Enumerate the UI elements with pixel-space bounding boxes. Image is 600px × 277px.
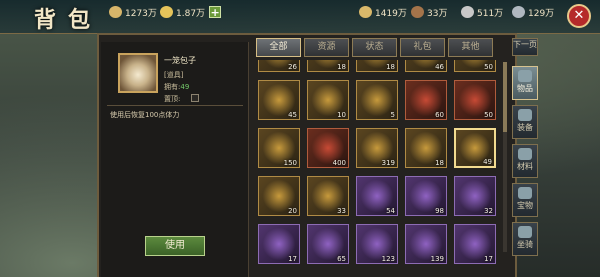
resource-wood: 33万 — [411, 5, 447, 19]
inventory-slot[interactable]: 150 — [258, 128, 300, 168]
use-button[interactable]: 使用 — [145, 236, 205, 256]
item-count: 5 — [390, 111, 395, 119]
divider — [107, 105, 243, 106]
wood-icon — [411, 6, 424, 18]
treasures-icon — [518, 187, 532, 199]
item-count: 17 — [288, 255, 297, 263]
tab-all[interactable]: 全部 — [256, 38, 301, 57]
inventory-slot[interactable]: 319 — [356, 128, 398, 168]
speed-up-icon — [360, 84, 394, 116]
item-count: 10 — [337, 111, 346, 119]
inventory-slot[interactable]: 123 — [356, 224, 398, 264]
item-count: 50 — [484, 111, 493, 119]
item-count: 150 — [283, 159, 297, 167]
inventory-slot[interactable]: 139 — [405, 224, 447, 264]
inventory-slot[interactable]: 65 — [307, 224, 349, 264]
page-title: 背包 — [34, 7, 103, 33]
inventory-slot[interactable]: 49 — [454, 128, 496, 168]
ingot-icon — [160, 6, 173, 18]
item-count: 400 — [332, 159, 346, 167]
tab-gift-packs[interactable]: 礼包 — [400, 38, 445, 57]
inventory-slot[interactable]: 32 — [454, 176, 496, 216]
close-button[interactable]: ✕ — [567, 4, 591, 28]
inventory-slot[interactable]: 60 — [405, 80, 447, 120]
item-name: 一笼包子 — [164, 56, 196, 65]
inventory-slot[interactable]: 18 — [307, 60, 349, 72]
inventory-slot[interactable]: 18 — [356, 60, 398, 72]
item-description: 使用后恢复100点体力 — [110, 111, 180, 119]
item-owned: 拥有:49 — [164, 83, 190, 91]
inventory-slot[interactable]: 26 — [258, 60, 300, 72]
inventory-slot[interactable]: 54 — [356, 176, 398, 216]
item-count: 123 — [381, 255, 395, 263]
pin-top-checkbox[interactable] — [191, 94, 199, 102]
resource-grain: 1419万 — [359, 5, 407, 19]
inventory-slot[interactable]: 98 — [405, 176, 447, 216]
resource-ingot: 1.87万 + — [160, 5, 222, 19]
item-count: 18 — [386, 63, 395, 71]
coin-icon — [109, 6, 122, 18]
scrollbar-thumb[interactable] — [503, 62, 507, 132]
equipment-icon — [518, 109, 532, 121]
pin-top-label: 置顶: — [164, 95, 181, 103]
side-tab-items[interactable]: 物品 — [512, 66, 538, 100]
item-count: 18 — [337, 63, 346, 71]
tab-other[interactable]: 其他 — [448, 38, 493, 57]
top-bar: 背包 — [0, 0, 600, 34]
item-count: 65 — [337, 255, 346, 263]
item-count: 20 — [288, 207, 297, 215]
inventory-slot[interactable]: 17 — [258, 224, 300, 264]
steamed-bun-icon — [118, 53, 158, 93]
materials-icon — [518, 148, 532, 160]
side-tab-treasures[interactable]: 宝物 — [512, 183, 538, 217]
item-count: 18 — [435, 159, 444, 167]
side-tab-mounts[interactable]: 坐骑 — [512, 222, 538, 256]
item-count: 45 — [288, 111, 297, 119]
add-ingot-button[interactable]: + — [209, 6, 222, 18]
inventory-slot[interactable]: 17 — [454, 224, 496, 264]
iron-icon — [512, 6, 525, 18]
side-tab-materials[interactable]: 材料 — [512, 144, 538, 178]
item-count: 50 — [484, 63, 493, 71]
items-icon — [518, 70, 532, 82]
item-count: 17 — [484, 255, 493, 263]
mounts-icon — [518, 226, 532, 238]
inventory-slot[interactable]: 50 — [454, 80, 496, 120]
inventory-slot[interactable]: 5 — [356, 80, 398, 120]
inventory-slot[interactable]: 10 — [307, 80, 349, 120]
inventory-slot[interactable]: 18 — [405, 128, 447, 168]
inventory-slot[interactable]: 50 — [454, 60, 496, 72]
resource-stone: 511万 — [461, 5, 503, 19]
stone-icon — [461, 6, 474, 18]
side-tab-next-page[interactable]: 下一页 — [512, 38, 538, 56]
item-count: 26 — [288, 63, 297, 71]
category-tabs: 全部 资源 状态 礼包 其他 — [256, 38, 493, 57]
tab-status[interactable]: 状态 — [352, 38, 397, 57]
item-count: 98 — [435, 207, 444, 215]
item-count: 139 — [430, 255, 444, 263]
inventory-slot[interactable]: 33 — [307, 176, 349, 216]
resource-iron: 129万 — [512, 5, 554, 19]
item-count: 49 — [483, 158, 492, 166]
inventory-slot[interactable]: 46 — [405, 60, 447, 72]
item-type: [道具] — [164, 71, 184, 79]
side-tab-equipment[interactable]: 装备 — [512, 105, 538, 139]
item-grid: 26 18 18 46 50 45 10 5 60 50 150 400 319 18 49 20 33 54 98… — [256, 60, 506, 277]
inventory-slot[interactable]: 400 — [307, 128, 349, 168]
item-count: 54 — [386, 207, 395, 215]
inventory-slot[interactable]: 20 — [258, 176, 300, 216]
resource-coin: 1273万 — [109, 5, 157, 19]
item-count: 60 — [435, 111, 444, 119]
grain-icon — [359, 6, 372, 18]
item-count: 32 — [484, 207, 493, 215]
item-count: 319 — [381, 159, 395, 167]
inventory-slot[interactable]: 45 — [258, 80, 300, 120]
item-count: 46 — [435, 63, 444, 71]
item-count: 33 — [337, 207, 346, 215]
tab-resources[interactable]: 资源 — [304, 38, 349, 57]
